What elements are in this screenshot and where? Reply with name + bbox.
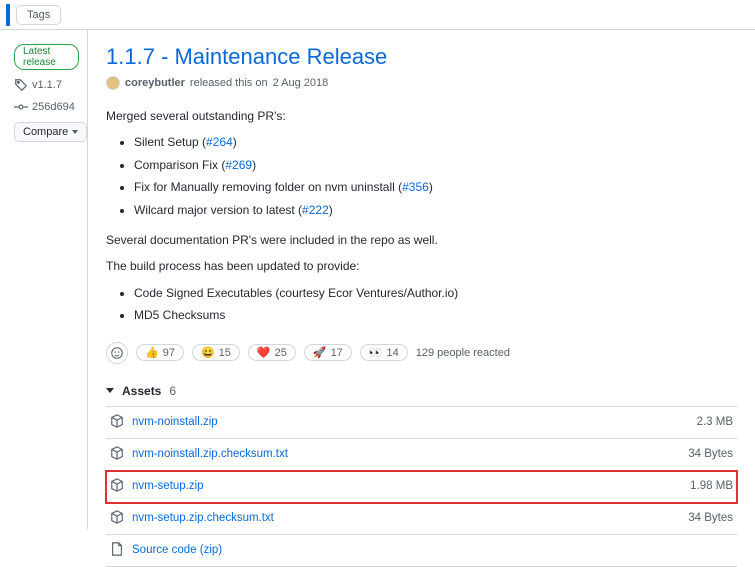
commit-sha: 256d694	[32, 101, 75, 113]
file-zip-icon	[110, 542, 124, 559]
list-item: Wilcard major version to latest (#222)	[134, 200, 737, 220]
asset-size: 1.98 MB	[690, 480, 733, 492]
asset-link[interactable]: nvm-setup.zip	[132, 480, 204, 492]
build-list: Code Signed Executables (courtesy Ecor V…	[106, 283, 737, 326]
asset-row: nvm-noinstall.zip.checksum.txt 34 Bytes	[106, 439, 737, 471]
reaction-count: 25	[275, 347, 287, 359]
reaction-emoji: ❤️	[257, 346, 271, 359]
release-sidebar: Latest release v1.1.7 256d694 Compare	[0, 30, 88, 529]
asset-link[interactable]: nvm-noinstall.zip.checksum.txt	[132, 448, 288, 460]
asset-row: nvm-setup.zip.checksum.txt 34 Bytes	[106, 503, 737, 535]
issue-link[interactable]: #356	[402, 180, 429, 194]
add-reaction-button[interactable]	[106, 342, 128, 364]
asset-size: 2.3 MB	[697, 416, 733, 428]
reaction-count: 15	[219, 347, 231, 359]
assets-label: Assets	[122, 384, 161, 398]
reaction-pill[interactable]: 👍 97	[136, 344, 184, 361]
release-title[interactable]: 1.1.7 - Maintenance Release	[106, 44, 737, 70]
package-icon	[110, 446, 124, 463]
list-item: Silent Setup (#264)	[134, 132, 737, 152]
intro-text: Merged several outstanding PR's:	[106, 106, 737, 126]
compare-button[interactable]: Compare	[14, 122, 87, 142]
commit-row[interactable]: 256d694	[14, 100, 75, 114]
released-date: 2 Aug 2018	[273, 77, 329, 89]
tab-bar: Tags	[0, 0, 755, 30]
compare-label: Compare	[23, 126, 68, 138]
reaction-emoji: 🚀	[313, 346, 327, 359]
pr-list: Silent Setup (#264) Comparison Fix (#269)…	[106, 132, 737, 220]
reaction-count: 97	[163, 347, 175, 359]
release-author-row: coreybutler released this on 2 Aug 2018	[106, 76, 737, 90]
reaction-pill[interactable]: 😄 15	[192, 344, 240, 361]
reaction-bar: 👍 97 😄 15 ❤️ 25 🚀 17 👀 14 129 people reacted	[106, 338, 737, 364]
asset-size: 34 Bytes	[688, 448, 733, 460]
version-text: v1.1.7	[32, 79, 62, 91]
reaction-pill[interactable]: 👀 14	[360, 344, 408, 361]
released-prefix: released this on	[190, 77, 268, 89]
avatar[interactable]	[106, 76, 120, 90]
chevron-down-icon	[72, 130, 78, 134]
tab-tags[interactable]: Tags	[16, 5, 61, 25]
active-tab-indicator	[6, 4, 10, 26]
package-icon	[110, 478, 124, 495]
build-note: The build process has been updated to pr…	[106, 256, 737, 276]
assets-count: 6	[169, 384, 176, 398]
reaction-count: 17	[331, 347, 343, 359]
reaction-emoji: 👀	[369, 346, 383, 359]
asset-list: nvm-noinstall.zip2.3 MBnvm-noinstall.zip…	[106, 406, 737, 567]
doc-note: Several documentation PR's were included…	[106, 230, 737, 250]
release-body: Merged several outstanding PR's: Silent …	[106, 106, 737, 326]
commit-icon	[14, 100, 28, 114]
reaction-count: 14	[387, 347, 399, 359]
issue-link[interactable]: #269	[225, 158, 252, 172]
latest-release-badge: Latest release	[14, 44, 79, 70]
reaction-emoji: 👍	[145, 346, 159, 359]
package-icon	[110, 510, 124, 527]
reactions-container: 👍 97 😄 15 ❤️ 25 🚀 17 👀 14	[136, 344, 408, 361]
asset-size: 34 Bytes	[688, 512, 733, 524]
smiley-icon	[110, 346, 124, 360]
asset-link[interactable]: nvm-setup.zip.checksum.txt	[132, 512, 274, 524]
asset-row: Source code (zip)	[106, 535, 737, 567]
asset-row: nvm-setup.zip 1.98 MB	[106, 471, 737, 503]
asset-link[interactable]: Source code (zip)	[132, 544, 222, 556]
chevron-down-icon	[106, 388, 114, 393]
assets-header[interactable]: Assets 6	[106, 384, 737, 398]
reaction-emoji: 😄	[201, 346, 215, 359]
asset-link[interactable]: nvm-noinstall.zip	[132, 416, 218, 428]
list-item: Comparison Fix (#269)	[134, 155, 737, 175]
package-icon	[110, 414, 124, 431]
tag-row[interactable]: v1.1.7	[14, 78, 62, 92]
list-item: Code Signed Executables (courtesy Ecor V…	[134, 283, 737, 303]
reaction-pill[interactable]: ❤️ 25	[248, 344, 296, 361]
issue-link[interactable]: #264	[206, 135, 233, 149]
issue-link[interactable]: #222	[302, 203, 329, 217]
release-main: 1.1.7 - Maintenance Release coreybutler …	[88, 30, 755, 567]
list-item: MD5 Checksums	[134, 305, 737, 325]
list-item: Fix for Manually removing folder on nvm …	[134, 177, 737, 197]
reaction-pill[interactable]: 🚀 17	[304, 344, 352, 361]
asset-row: nvm-noinstall.zip 2.3 MB	[106, 407, 737, 439]
reaction-summary: 129 people reacted	[416, 347, 510, 359]
author-name[interactable]: coreybutler	[125, 77, 185, 89]
tag-icon	[14, 78, 28, 92]
